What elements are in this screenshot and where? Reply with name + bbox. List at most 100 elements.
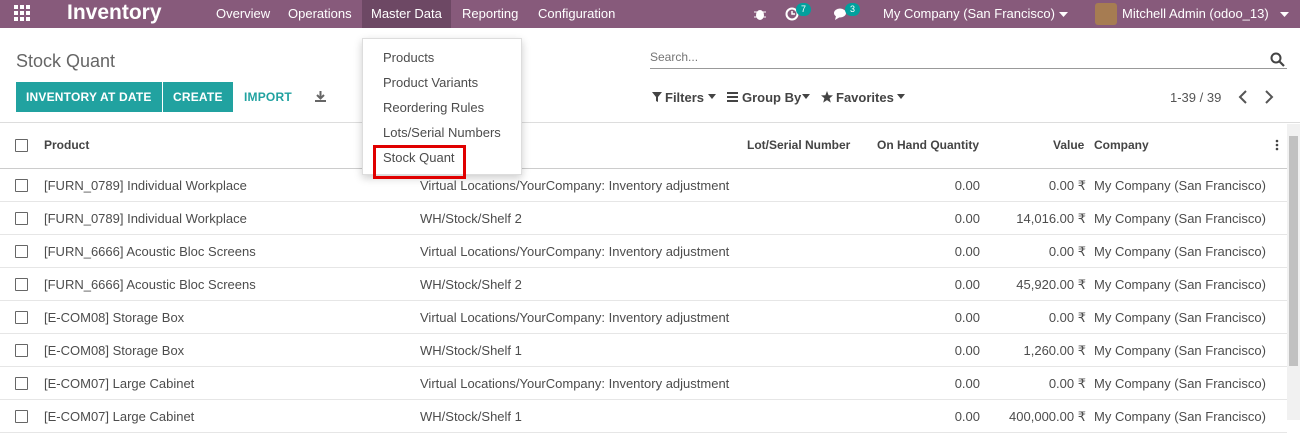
cell-location: Virtual Locations/YourCompany: Inventory… xyxy=(420,376,730,391)
row-checkbox[interactable] xyxy=(15,245,28,258)
message-count-badge: 3 xyxy=(845,3,861,16)
search-icon[interactable] xyxy=(1270,52,1285,67)
table-row[interactable]: [E-COM07] Large Cabinet WH/Stock/Shelf 1 0… xyxy=(0,400,1287,433)
column-lot-serial[interactable]: Lot/Serial Number xyxy=(747,138,850,152)
table-row[interactable]: [E-COM08] Storage Box Virtual Locations/Y… xyxy=(0,301,1287,334)
page-title: Stock Quant xyxy=(16,51,116,71)
cell-location: WH/Stock/Shelf 1 xyxy=(420,343,522,358)
cell-on-hand-quantity: 0.00 xyxy=(954,409,980,424)
cell-value: 0.00 ₹ xyxy=(1048,244,1086,259)
dropdown-item-product-variants[interactable]: Product Variants xyxy=(383,75,478,90)
group-by-toggle[interactable]: Group By xyxy=(742,90,801,105)
column-product[interactable]: Product xyxy=(44,138,89,152)
row-checkbox[interactable] xyxy=(15,410,28,423)
cell-location: Virtual Locations/YourCompany: Inventory… xyxy=(420,178,730,193)
cell-location: WH/Stock/Shelf 1 xyxy=(420,409,522,424)
cell-on-hand-quantity: 0.00 xyxy=(954,310,980,325)
cell-company: My Company (San Francisco) xyxy=(1094,343,1266,358)
column-options-icon[interactable] xyxy=(1275,139,1279,151)
row-checkbox[interactable] xyxy=(15,278,28,291)
cell-product: [FURN_0789] Individual Workplace xyxy=(44,211,247,226)
caret-down-icon xyxy=(802,94,810,99)
search-input[interactable] xyxy=(650,46,1250,64)
search-bar[interactable] xyxy=(650,46,1287,69)
menu-master-data[interactable]: Master Data xyxy=(362,0,451,28)
caret-down-icon xyxy=(897,94,905,99)
cell-location: WH/Stock/Shelf 2 xyxy=(420,277,522,292)
cell-company: My Company (San Francisco) xyxy=(1094,244,1266,259)
table-row[interactable]: [FURN_6666] Acoustic Bloc Screens Virtual… xyxy=(0,235,1287,268)
apps-grid-icon[interactable] xyxy=(14,5,32,23)
row-checkbox[interactable] xyxy=(15,311,28,324)
menu-operations[interactable]: Operations xyxy=(288,6,352,21)
pager-value[interactable]: 1-39 / 39 xyxy=(1170,90,1221,105)
cell-product: [FURN_0789] Individual Workplace xyxy=(44,178,247,193)
create-button[interactable]: CREATE xyxy=(163,82,233,112)
cell-on-hand-quantity: 0.00 xyxy=(954,244,980,259)
bug-icon[interactable] xyxy=(753,7,767,21)
favorites-toggle[interactable]: Favorites xyxy=(836,90,894,105)
cell-value: 400,000.00 ₹ xyxy=(1009,409,1086,424)
cell-product: [E-COM08] Storage Box xyxy=(44,343,185,358)
row-checkbox[interactable] xyxy=(15,212,28,225)
inventory-at-date-button[interactable]: INVENTORY AT DATE xyxy=(16,82,162,112)
cell-product: [E-COM07] Large Cabinet xyxy=(44,376,195,391)
cell-on-hand-quantity: 0.00 xyxy=(954,178,980,193)
chevron-right-icon[interactable] xyxy=(1264,90,1274,104)
cell-company: My Company (San Francisco) xyxy=(1094,277,1266,292)
top-navbar: Inventory Overview Operations Master Dat… xyxy=(0,0,1300,28)
column-company[interactable]: Company xyxy=(1094,138,1149,152)
cell-company: My Company (San Francisco) xyxy=(1094,211,1266,226)
cell-value: 14,016.00 ₹ xyxy=(1016,211,1086,226)
table-row[interactable]: [FURN_0789] Individual Workplace Virtual … xyxy=(0,169,1287,202)
cell-on-hand-quantity: 0.00 xyxy=(954,211,980,226)
dropdown-item-reordering-rules[interactable]: Reordering Rules xyxy=(383,100,484,115)
menu-reporting[interactable]: Reporting xyxy=(462,6,518,21)
row-checkbox[interactable] xyxy=(15,377,28,390)
select-all-checkbox[interactable] xyxy=(15,139,28,152)
row-checkbox[interactable] xyxy=(15,179,28,192)
cell-location: WH/Stock/Shelf 2 xyxy=(420,211,522,226)
cell-value: 0.00 ₹ xyxy=(1048,178,1086,193)
dropdown-item-products[interactable]: Products xyxy=(383,50,434,65)
user-menu[interactable]: Mitchell Admin (odoo_13) xyxy=(1122,6,1269,21)
cell-value: 0.00 ₹ xyxy=(1048,310,1086,325)
column-on-hand[interactable]: On Hand Quantity xyxy=(877,138,979,152)
company-switcher[interactable]: My Company (San Francisco) xyxy=(883,6,1055,21)
download-icon[interactable] xyxy=(314,90,327,103)
app-name[interactable]: Inventory xyxy=(67,1,162,25)
menu-overview[interactable]: Overview xyxy=(216,6,270,21)
table-header: Product Lot/Serial Number On Hand Quanti… xyxy=(0,124,1287,169)
avatar[interactable] xyxy=(1095,3,1117,25)
vertical-scrollbar[interactable] xyxy=(1287,124,1300,420)
cell-product: [FURN_6666] Acoustic Bloc Screens xyxy=(44,244,256,259)
cell-product: [FURN_6666] Acoustic Bloc Screens xyxy=(44,277,256,292)
cell-on-hand-quantity: 0.00 xyxy=(954,343,980,358)
scrollbar-thumb[interactable] xyxy=(1289,136,1298,366)
control-panel: Stock Quant INVENTORY AT DATE CREATE IMP… xyxy=(0,28,1300,123)
highlight-annotation-box xyxy=(373,145,466,179)
table-row[interactable]: [FURN_0789] Individual Workplace WH/Stock… xyxy=(0,202,1287,235)
cell-company: My Company (San Francisco) xyxy=(1094,409,1266,424)
cell-value: 1,260.00 ₹ xyxy=(1023,343,1087,358)
import-button[interactable]: IMPORT xyxy=(234,82,302,112)
menu-configuration[interactable]: Configuration xyxy=(538,6,615,21)
bars-icon xyxy=(727,92,738,102)
filter-icon xyxy=(652,92,662,102)
table-row[interactable]: [E-COM08] Storage Box WH/Stock/Shelf 1 0.0… xyxy=(0,334,1287,367)
cell-company: My Company (San Francisco) xyxy=(1094,376,1266,391)
row-checkbox[interactable] xyxy=(15,344,28,357)
chevron-down-icon xyxy=(1059,12,1068,17)
cell-on-hand-quantity: 0.00 xyxy=(954,277,980,292)
chevron-left-icon[interactable] xyxy=(1238,90,1248,104)
table-row[interactable]: [FURN_6666] Acoustic Bloc Screens WH/Stoc… xyxy=(0,268,1287,301)
table-row[interactable]: [E-COM07] Large Cabinet Virtual Locations… xyxy=(0,367,1287,400)
dropdown-item-lots-serial-numbers[interactable]: Lots/Serial Numbers xyxy=(383,125,501,140)
cell-company: My Company (San Francisco) xyxy=(1094,178,1266,193)
filters-toggle[interactable]: Filters xyxy=(665,90,704,105)
cell-location: Virtual Locations/YourCompany: Inventory… xyxy=(420,310,730,325)
cell-value: 45,920.00 ₹ xyxy=(1016,277,1086,292)
cell-company: My Company (San Francisco) xyxy=(1094,310,1266,325)
activity-count-badge: 7 xyxy=(796,3,812,16)
column-value[interactable]: Value xyxy=(1053,138,1084,152)
